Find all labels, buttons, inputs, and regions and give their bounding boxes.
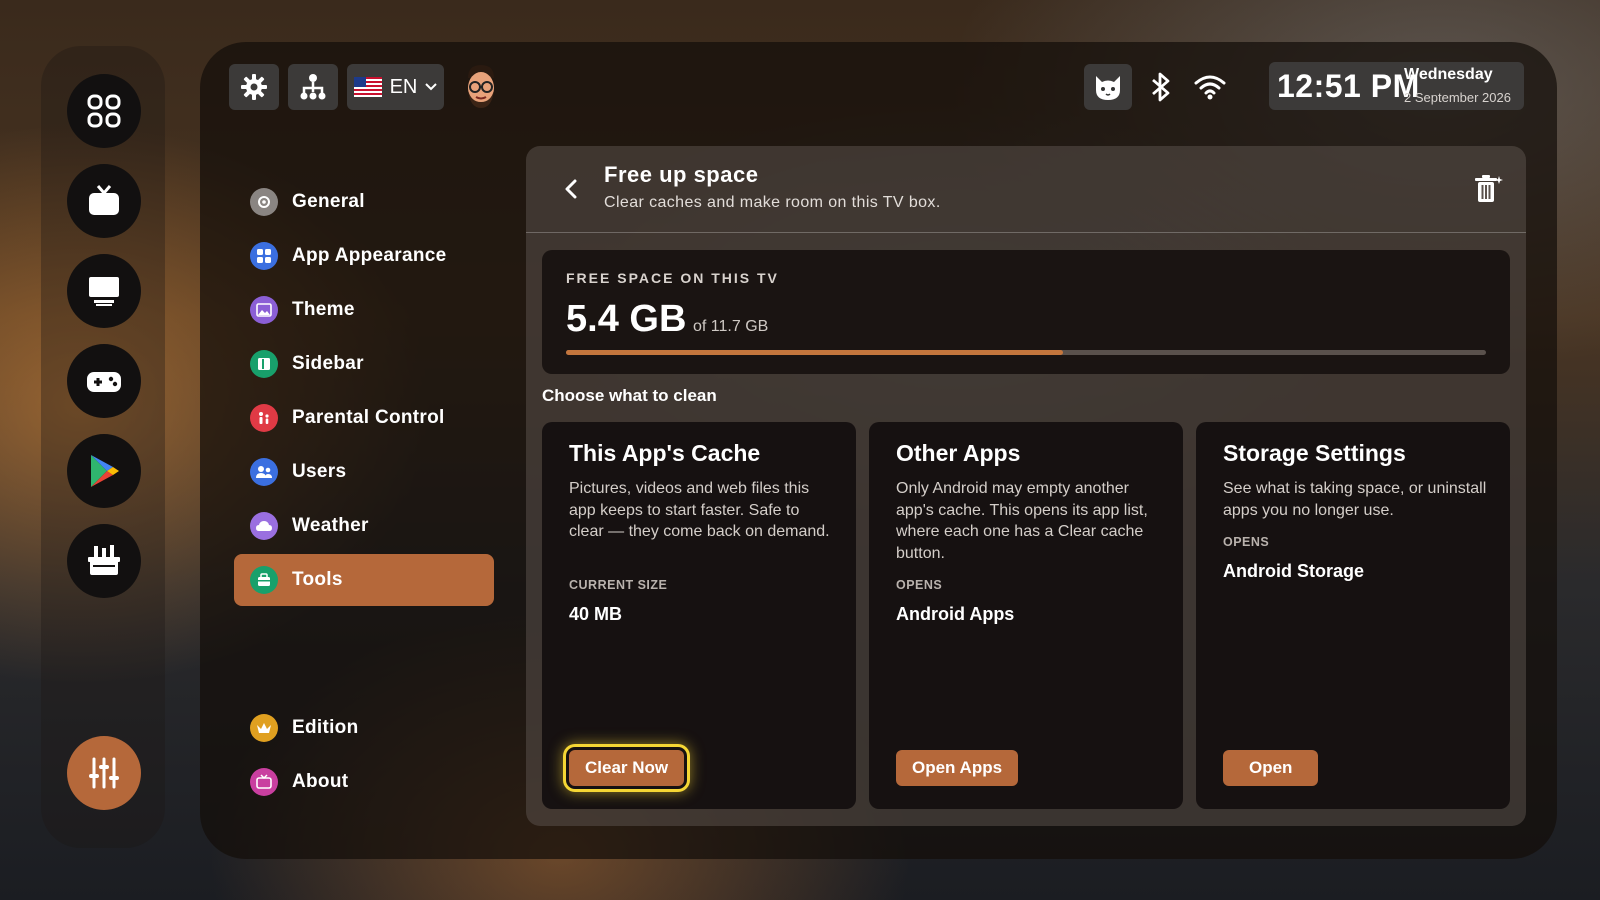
nav-item-theme[interactable]: Theme [234, 284, 494, 336]
nav-item-app-appearance[interactable]: App Appearance [234, 230, 494, 282]
apps-icon [250, 242, 278, 270]
card-description: See what is taking space, or uninstall a… [1223, 480, 1487, 519]
storage-settings-card: Storage Settings See what is taking spac… [1196, 422, 1510, 809]
chevron-down-icon [425, 83, 438, 91]
free-space-summary: FREE SPACE ON THIS TV 5.4 GB of 11.7 GB [542, 250, 1510, 374]
apps-grid-icon [87, 94, 121, 128]
games-button[interactable] [67, 344, 141, 418]
retro-tv-icon [89, 185, 119, 215]
chevron-left-icon [565, 179, 577, 199]
play-store-icon [91, 455, 119, 487]
card-key: OPENS [896, 578, 943, 592]
card-value: 40 MB [569, 604, 623, 624]
storage-progress-fill [566, 350, 1063, 355]
wifi-status[interactable] [1192, 64, 1228, 110]
cat-profile-button[interactable] [1084, 64, 1132, 110]
card-title: Other Apps [896, 440, 1021, 466]
nav-label: App Appearance [292, 245, 447, 266]
nav-item-about[interactable]: About [234, 756, 494, 808]
nav-label: Sidebar [292, 353, 364, 374]
other-apps-card: Other Apps Only Android may empty anothe… [869, 422, 1183, 809]
nav-label: Users [292, 461, 347, 482]
clean-button[interactable] [1470, 172, 1504, 206]
page-header: Free up space Clear caches and make room… [526, 146, 1526, 233]
section-heading: Choose what to clean [542, 386, 717, 405]
gear-icon [241, 74, 267, 100]
toolbox-icon [88, 545, 120, 575]
settings-panel: EN 12:51 PM Wednesday 2 September 2026 G… [200, 42, 1557, 859]
tools-icon [250, 566, 278, 594]
open-apps-button[interactable]: Open Apps [896, 750, 1019, 786]
card-key: OPENS [1223, 535, 1270, 549]
apps-grid-button[interactable] [67, 74, 141, 148]
card-key: CURRENT SIZE [569, 578, 668, 592]
avatar-face-icon [468, 65, 494, 108]
clear-now-button[interactable]: Clear Now [569, 750, 685, 786]
page-subtitle: Clear caches and make room on this TV bo… [604, 194, 941, 211]
tv-icon [250, 768, 278, 796]
clock-widget: 12:51 PM Wednesday 2 September 2026 [1269, 62, 1524, 110]
card-description: Pictures, videos and web files this app … [569, 480, 830, 540]
nav-label: General [292, 191, 365, 212]
nav-item-general[interactable]: General [234, 176, 494, 228]
storage-progress-bar [566, 350, 1486, 355]
bluetooth-icon [1152, 72, 1170, 102]
app-dock [41, 46, 165, 848]
gear-icon [250, 188, 278, 216]
us-flag-icon [353, 77, 382, 97]
tv-channels-button[interactable] [67, 164, 141, 238]
nav-label: Theme [292, 299, 355, 320]
clock-day: Wednesday [1404, 66, 1493, 83]
user-avatar[interactable] [458, 62, 504, 112]
settings-dock-button[interactable] [67, 736, 141, 810]
crown-icon [250, 714, 278, 742]
image-icon [250, 296, 278, 324]
clock-date: 2 September 2026 [1404, 90, 1511, 105]
monitor-button[interactable] [67, 254, 141, 328]
sliders-icon [89, 757, 119, 789]
sidebar-icon [250, 350, 278, 378]
card-value: Android Apps [896, 604, 1015, 624]
parental-icon [250, 404, 278, 432]
nav-item-sidebar[interactable]: Sidebar [234, 338, 494, 390]
free-up-space-page: Free up space Clear caches and make room… [526, 146, 1526, 826]
play-store-button[interactable] [67, 434, 141, 508]
nav-label: Weather [292, 515, 369, 536]
nav-item-edition[interactable]: Edition [234, 702, 494, 754]
nav-item-users[interactable]: Users [234, 446, 494, 498]
open-storage-button[interactable]: Open [1223, 750, 1319, 786]
card-value: Android Storage [1223, 561, 1365, 581]
nav-label: About [292, 771, 349, 792]
card-title: Storage Settings [1223, 440, 1406, 466]
trash-sparkle-icon [1475, 175, 1503, 202]
language-selector[interactable]: EN [347, 64, 444, 110]
wifi-icon [1194, 75, 1226, 100]
nav-label: Tools [292, 569, 343, 590]
network-tree-button[interactable] [288, 64, 338, 110]
gamepad-icon [87, 372, 121, 392]
free-space-label: FREE SPACE ON THIS TV [566, 270, 779, 286]
monitor-icon [89, 277, 119, 306]
users-icon [250, 458, 278, 486]
nav-label: Edition [292, 717, 359, 738]
weather-icon [250, 512, 278, 540]
back-button[interactable] [556, 174, 586, 204]
nav-item-weather[interactable]: Weather [234, 500, 494, 552]
settings-button[interactable] [229, 64, 279, 110]
language-label: EN [389, 75, 418, 98]
nav-label: Parental Control [292, 407, 445, 428]
app-cache-card: This App's Cache Pictures, videos and we… [542, 422, 856, 809]
nav-item-tools[interactable]: Tools [234, 554, 494, 606]
free-space-value: 5.4 GB [566, 298, 687, 340]
card-title: This App's Cache [569, 440, 761, 466]
card-description: Only Android may empty another app's cac… [896, 480, 1148, 562]
toolbox-button[interactable] [67, 524, 141, 598]
clock-time: 12:51 PM [1277, 68, 1420, 104]
sitemap-icon [300, 74, 326, 100]
cat-icon [1096, 76, 1120, 100]
page-title: Free up space [604, 162, 759, 187]
nav-item-parental-control[interactable]: Parental Control [234, 392, 494, 444]
total-space-value: of 11.7 GB [693, 318, 769, 335]
bluetooth-status[interactable] [1145, 64, 1177, 110]
